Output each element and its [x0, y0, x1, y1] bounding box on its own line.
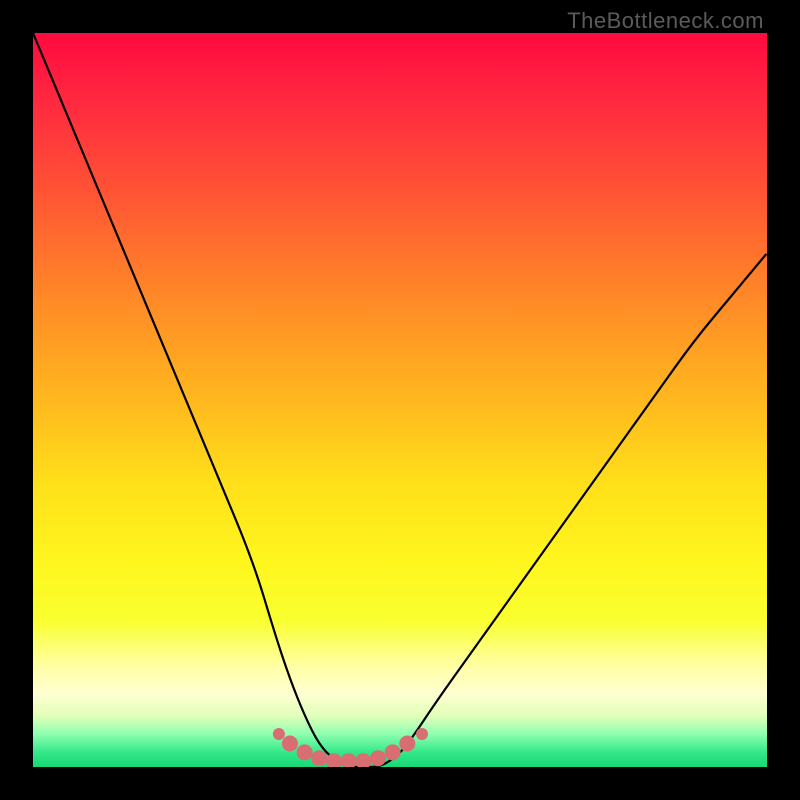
trough-marker — [297, 744, 313, 760]
trough-marker — [385, 744, 401, 760]
trough-marker — [273, 728, 285, 740]
plot-area — [33, 33, 767, 767]
trough-marker — [416, 728, 428, 740]
trough-marker — [399, 736, 415, 752]
watermark-text: TheBottleneck.com — [567, 8, 764, 34]
trough-marker — [282, 736, 298, 752]
trough-markers — [273, 728, 428, 767]
trough-marker — [341, 753, 357, 767]
chart-frame: TheBottleneck.com — [0, 0, 800, 800]
curve-line — [33, 33, 767, 767]
bottleneck-curve — [33, 33, 767, 767]
trough-marker — [311, 750, 327, 766]
trough-marker — [355, 753, 371, 767]
trough-marker — [370, 750, 386, 766]
